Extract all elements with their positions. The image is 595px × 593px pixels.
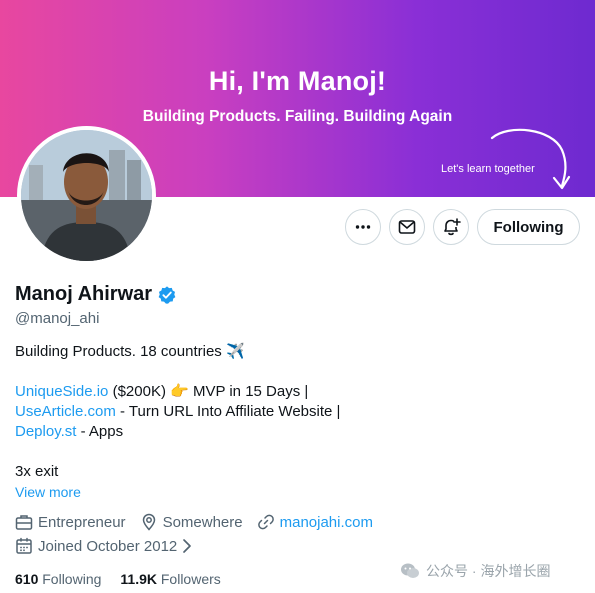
watermark: 公众号 · 海外增长圈 <box>400 561 550 581</box>
bio-line: Deploy.st - Apps <box>15 423 124 440</box>
website-link[interactable]: manojahi.com <box>280 514 373 531</box>
avatar-photo <box>21 130 152 261</box>
banner-title: Hi, I'm Manoj! <box>208 66 387 96</box>
verified-badge-icon[interactable] <box>157 285 177 305</box>
following-stat[interactable]: 610 Following <box>15 571 101 587</box>
meta-website[interactable]: manojahi.com <box>257 513 373 531</box>
bio-line: Building Products. 18 countries ✈️ <box>15 343 245 360</box>
banner-note: Let's learn together <box>441 163 535 175</box>
bio-link-uniqueside[interactable]: UniqueSide.io <box>15 383 108 400</box>
briefcase-icon <box>15 515 33 530</box>
followers-stat[interactable]: 11.9K Followers <box>120 571 220 587</box>
display-name: Manoj Ahirwar <box>15 283 153 305</box>
bio-line: UniqueSide.io ($200K) 👉 MVP in 15 Days | <box>15 383 309 400</box>
bio-line: UseArticle.com - Turn URL Into Affiliate… <box>15 403 341 420</box>
meta-joined: Joined October 2012 <box>15 537 177 555</box>
avatar[interactable] <box>17 126 156 265</box>
bell-plus-icon <box>444 218 461 236</box>
calendar-icon <box>16 537 32 554</box>
following-button[interactable]: Following <box>477 209 580 245</box>
meta-category: Entrepreneur <box>15 513 126 531</box>
more-dots-icon <box>355 225 371 229</box>
follow-stats: 610 Following 11.9K Followers <box>15 571 240 587</box>
joined-row[interactable]: Joined October 2012 <box>15 537 193 555</box>
chevron-right-icon[interactable] <box>181 538 193 554</box>
meta-location: Somewhere <box>140 513 243 531</box>
message-button[interactable] <box>389 209 425 245</box>
view-more-link[interactable]: View more <box>15 484 81 500</box>
link-icon <box>257 514 274 530</box>
envelope-icon <box>398 220 416 234</box>
user-handle: @manoj_ahi <box>15 310 100 327</box>
bio-link-usearticle[interactable]: UseArticle.com <box>15 403 116 420</box>
profile-meta: Entrepreneur Somewhere manojahi.com <box>15 513 387 531</box>
notifications-button[interactable] <box>433 209 469 245</box>
wechat-icon <box>401 563 419 578</box>
profile-name-row: Manoj Ahirwar <box>15 283 177 306</box>
bio-link-deploy[interactable]: Deploy.st <box>15 423 76 440</box>
curved-arrow-icon <box>490 128 571 190</box>
bio-line: 3x exit <box>15 463 59 480</box>
more-button[interactable] <box>345 209 381 245</box>
bio: Building Products. 18 countries ✈️ Uniqu… <box>15 342 575 482</box>
location-pin-icon <box>142 513 155 531</box>
